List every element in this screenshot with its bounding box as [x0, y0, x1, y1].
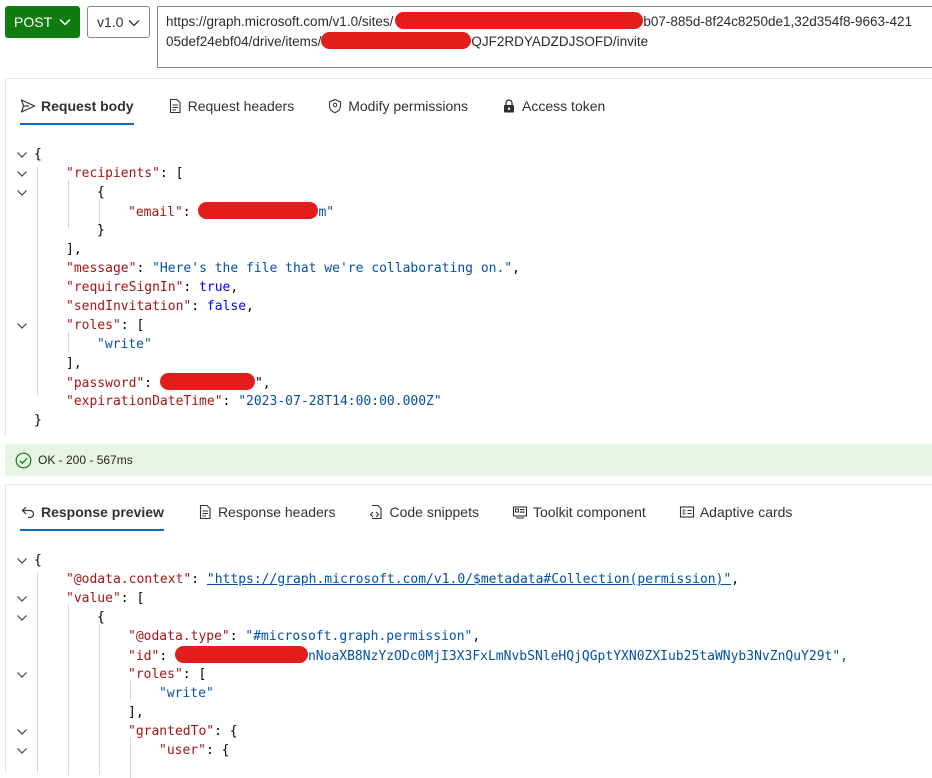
code-line: }	[34, 413, 42, 428]
url-line-2: 05def24ebf04/drive/items/QJF2RDYADZDJSOF…	[166, 32, 649, 49]
response-preview-viewer[interactable]: { "@odata.context": "https://graph.micro…	[6, 549, 932, 778]
fold-chevron-icon[interactable]	[16, 669, 28, 681]
tab-toolkit-component[interactable]: Toolkit component	[512, 485, 646, 539]
fold-chevron-icon[interactable]	[16, 612, 28, 624]
lock-icon	[504, 99, 515, 113]
request-panel: Request body Request headers Modify perm…	[5, 78, 932, 436]
code-line: "user": {	[159, 743, 230, 758]
code-line: ],	[128, 705, 144, 720]
tab-modify-permissions[interactable]: Modify permissions	[327, 79, 468, 133]
fold-chevron-icon[interactable]	[16, 726, 28, 738]
document-icon	[169, 98, 181, 114]
url-line-1: https://graph.microsoft.com/v1.0/sites/b…	[166, 12, 913, 29]
redaction-mark	[174, 646, 308, 663]
request-url-input[interactable]: https://graph.microsoft.com/v1.0/sites/b…	[157, 6, 932, 68]
http-method-label: POST	[14, 14, 53, 30]
fold-chevron-icon[interactable]	[16, 555, 28, 567]
code-line: {	[97, 185, 105, 200]
code-line: {	[97, 610, 105, 625]
code-line: "sendInvitation": false,	[66, 299, 254, 314]
chevron-down-icon	[128, 20, 140, 27]
code-line: ],	[66, 356, 82, 371]
code-line: {	[34, 147, 42, 162]
code-line: "expirationDateTime": "2023-07-28T14:00:…	[66, 394, 442, 409]
code-line: "id": nNoaXB8NzYzODc0MjI3X3FxLmNvbSNleHQ…	[128, 646, 848, 665]
fold-chevron-icon[interactable]	[16, 593, 28, 605]
code-file-icon	[370, 504, 383, 520]
fold-chevron-icon[interactable]	[16, 149, 28, 161]
fold-chevron-icon[interactable]	[16, 745, 28, 757]
tab-request-body[interactable]: Request body	[20, 79, 134, 133]
tab-adaptive-cards[interactable]: Adaptive cards	[679, 485, 792, 539]
tab-request-headers[interactable]: Request headers	[167, 79, 294, 133]
code-line: "grantedTo": {	[128, 724, 238, 739]
redaction-mark	[159, 373, 255, 390]
api-version-label: v1.0	[97, 14, 124, 30]
toolkit-icon	[512, 506, 528, 519]
code-line: "message": "Here's the file that we're c…	[66, 261, 520, 276]
document-icon	[199, 504, 211, 520]
response-status-bar: OK - 200 - 567ms	[5, 444, 932, 476]
code-line: {	[34, 553, 42, 568]
request-tabs: Request body Request headers Modify perm…	[20, 79, 638, 133]
redaction-mark	[321, 32, 472, 49]
response-panel: Response preview Response headers Code s…	[5, 484, 932, 778]
code-line: }	[97, 223, 105, 238]
code-line: "roles": [	[66, 318, 145, 333]
code-line: "write"	[159, 686, 214, 701]
shield-icon	[329, 98, 342, 114]
api-version-dropdown[interactable]: v1.0	[87, 6, 150, 38]
fold-chevron-icon[interactable]	[16, 168, 28, 180]
tab-access-token[interactable]: Access token	[501, 79, 605, 133]
code-line: "value": [	[66, 591, 145, 606]
response-tabs: Response preview Response headers Code s…	[20, 485, 825, 539]
status-text: OK - 200 - 567ms	[38, 453, 133, 467]
code-line: "recipients": [	[66, 166, 184, 181]
code-line: "roles": [	[128, 667, 207, 682]
code-line: "write"	[97, 337, 152, 352]
request-body-editor[interactable]: { "recipients": [ { "email": m" } ], "me…	[6, 143, 932, 433]
tab-code-snippets[interactable]: Code snippets	[368, 485, 479, 539]
undo-icon	[21, 506, 35, 519]
fold-chevron-icon[interactable]	[16, 187, 28, 199]
card-icon	[679, 506, 694, 518]
http-method-dropdown[interactable]: POST	[5, 6, 80, 38]
redaction-mark	[395, 12, 644, 29]
chevron-down-icon	[59, 18, 71, 26]
code-line: ],	[66, 242, 82, 257]
send-icon	[20, 99, 36, 113]
odata-context-link[interactable]: "https://graph.microsoft.com/v1.0/$metad…	[207, 572, 731, 587]
code-line: "@odata.context": "https://graph.microso…	[66, 572, 740, 587]
code-line: "@odata.type": "#microsoft.graph.permiss…	[128, 629, 481, 644]
code-line: "requireSignIn": true,	[66, 280, 239, 295]
code-line: "email": m"	[128, 202, 334, 221]
tab-response-headers[interactable]: Response headers	[197, 485, 335, 539]
redaction-mark	[198, 202, 319, 219]
code-line: "password": ",	[66, 373, 271, 392]
fold-chevron-icon[interactable]	[16, 320, 28, 332]
check-circle-icon	[15, 452, 32, 468]
tab-response-preview[interactable]: Response preview	[20, 485, 164, 539]
